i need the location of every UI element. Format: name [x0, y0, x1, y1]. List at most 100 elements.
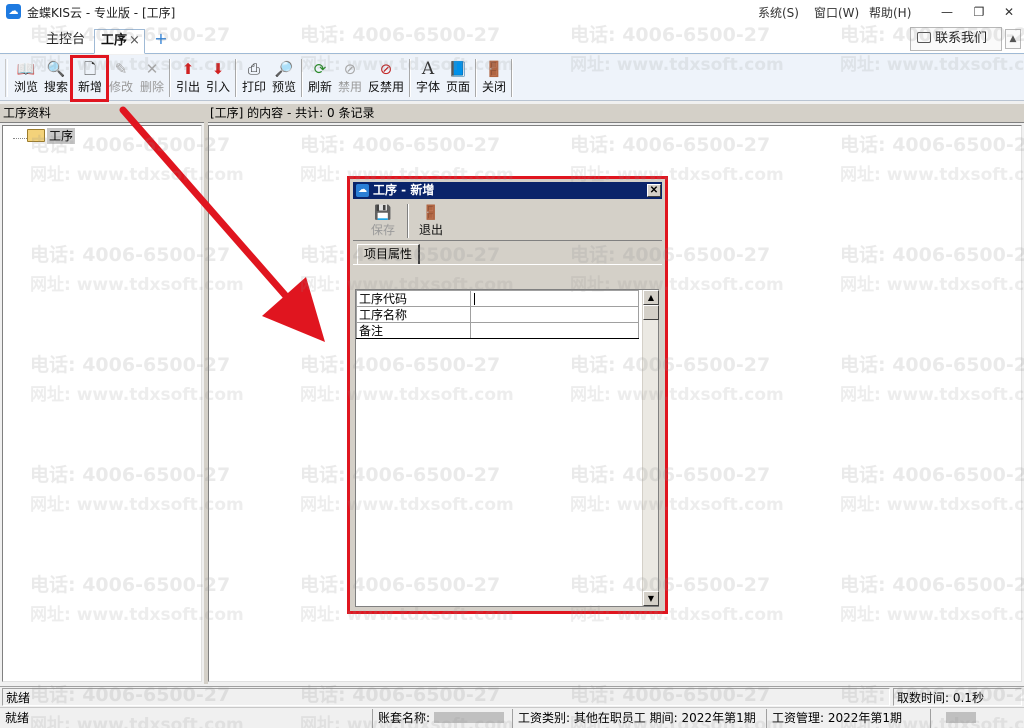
- scroll-down-button[interactable]: ▼: [643, 591, 659, 606]
- restore-button[interactable]: ❐: [966, 3, 992, 21]
- window-title: 金蝶KIS云 - 专业版 - [工序]: [27, 6, 176, 20]
- info-ready: 就绪: [5, 711, 30, 725]
- tab-close-icon[interactable]: ×: [129, 33, 140, 48]
- save-disk-icon: 💾: [374, 205, 392, 221]
- font-label: 字体: [415, 80, 440, 94]
- delete-icon: ✕: [145, 60, 159, 78]
- modify-label: 修改: [108, 80, 133, 94]
- text-caret: [474, 292, 475, 305]
- info-wage-management: 工资管理: 2022年第1期: [766, 709, 930, 728]
- title-bar: ☁ 金蝶KIS云 - 专业版 - [工序] 系统(S) 窗口(W) 帮助(H) …: [0, 0, 1024, 24]
- save-button[interactable]: 💾 保存: [363, 202, 403, 240]
- print-button[interactable]: ⎙ 打印: [239, 57, 269, 99]
- tab-home[interactable]: 主控台: [40, 29, 91, 54]
- property-grid: 工序代码 工序名称 备注: [356, 290, 639, 339]
- table-row: 工序名称: [356, 306, 639, 323]
- remark-input[interactable]: [470, 322, 639, 339]
- redacted-block: [434, 712, 505, 723]
- vertical-scrollbar[interactable]: ▲ ▼: [642, 290, 659, 606]
- exit-door-icon: 🚪: [422, 205, 440, 221]
- left-panel-header: 工序资料: [0, 104, 204, 123]
- print-label: 打印: [241, 80, 266, 94]
- preview-label: 预览: [271, 80, 296, 94]
- undisable-button[interactable]: ⊘ 反禁用: [367, 57, 405, 99]
- scroll-up-button[interactable]: ▲: [643, 290, 659, 305]
- field-label-name: 工序名称: [356, 306, 471, 323]
- cloud-app-icon: ☁: [6, 4, 21, 19]
- toolbar-separator: [407, 204, 409, 238]
- refresh-icon: ⟳: [313, 60, 327, 78]
- field-label-remark: 备注: [356, 322, 471, 339]
- disable-label: 禁用: [337, 80, 362, 94]
- exit-button[interactable]: 🚪 退出: [411, 202, 451, 240]
- menu-window[interactable]: 窗口(W): [814, 4, 859, 21]
- tab-process[interactable]: 工序 ×: [94, 29, 145, 54]
- search-button[interactable]: 🔍 搜索: [41, 57, 71, 99]
- menu-help[interactable]: 帮助(H): [869, 4, 911, 21]
- font-button[interactable]: A 字体: [413, 57, 443, 99]
- disable-button[interactable]: ⊘ 禁用: [335, 57, 365, 99]
- refresh-button[interactable]: ⟳ 刷新: [305, 57, 335, 99]
- toolbar-grip: [5, 59, 8, 97]
- status-bar: 就绪 取数时间: 0.1秒: [0, 686, 1024, 706]
- status-ready: 就绪: [2, 688, 890, 706]
- close-button[interactable]: 🚪 关闭: [479, 57, 509, 99]
- field-label-code: 工序代码: [356, 290, 471, 307]
- exit-door-icon: 🚪: [484, 60, 504, 78]
- import-label: 引入: [205, 80, 230, 94]
- tab-process-label: 工序: [101, 33, 128, 48]
- tree-node-process[interactable]: 工序: [47, 128, 76, 144]
- collapse-toolbar-button[interactable]: ▲: [1005, 29, 1021, 49]
- add-tab-icon[interactable]: +: [152, 30, 170, 48]
- search-icon: 🔍: [46, 60, 66, 78]
- export-button[interactable]: ⬆ 引出: [173, 57, 203, 99]
- delete-label: 删除: [139, 80, 164, 94]
- cloud-app-icon: ☁: [356, 184, 369, 197]
- tree-view[interactable]: 工序: [2, 125, 202, 682]
- dialog-title: 工序 - 新增: [373, 183, 435, 197]
- toolbar-separator: [235, 59, 237, 97]
- left-panel: 工序资料 工序: [0, 104, 204, 684]
- dialog-close-button[interactable]: ✕: [647, 184, 661, 197]
- preview-button[interactable]: 🔎 预览: [269, 57, 299, 99]
- browse-button[interactable]: 📖 浏览: [11, 57, 41, 99]
- contact-us-label: 联系我们: [935, 31, 988, 46]
- info-user: [930, 709, 1024, 728]
- delete-button[interactable]: ✕ 删除: [137, 57, 167, 99]
- dialog-tabstrip: 项目属性: [353, 242, 662, 264]
- export-label: 引出: [175, 80, 200, 94]
- table-row: 工序代码: [356, 290, 639, 307]
- scroll-thumb[interactable]: [643, 305, 659, 320]
- close-window-button[interactable]: ✕: [996, 3, 1022, 21]
- redacted-block: [946, 712, 976, 723]
- add-process-dialog: ☁ 工序 - 新增 ✕ 💾 保存 🚪 退出 项目属性 工序代码 工序名称 备注 …: [347, 176, 668, 614]
- process-code-input[interactable]: [470, 290, 639, 307]
- info-bar: 就绪 账套名称: 工资类别: 其他在职员工 期间: 2022年第1期 工资管理:…: [0, 707, 1024, 728]
- page-setup-icon: 📘: [448, 60, 468, 78]
- save-label: 保存: [370, 223, 395, 237]
- contact-us-button[interactable]: 联系我们: [910, 27, 1002, 51]
- process-name-input[interactable]: [470, 306, 639, 323]
- modify-button[interactable]: ✎ 修改: [106, 57, 136, 99]
- tree-connector: [13, 138, 27, 139]
- toolbar-separator: [475, 59, 477, 97]
- tab-item-properties[interactable]: 项目属性: [357, 244, 421, 264]
- main-toolbar: 📖 浏览 🔍 搜索 🗋 新增 ✎ 修改 ✕ 删除 ⬆ 引出 ⬇ 引入 ⎙ 打印 …: [0, 55, 1024, 101]
- minimize-button[interactable]: —: [934, 3, 960, 21]
- toolbar-separator: [511, 59, 513, 97]
- info-account: 账套名称:: [372, 709, 512, 728]
- folder-icon: [27, 129, 45, 142]
- close-label: 关闭: [481, 80, 506, 94]
- exit-label: 退出: [418, 223, 443, 237]
- toolbar-separator: [169, 59, 171, 97]
- page-label: 页面: [445, 80, 470, 94]
- content-header: [工序] 的内容 - 共计: 0 条记录: [208, 104, 1024, 123]
- dialog-toolbar: 💾 保存 🚪 退出: [353, 200, 662, 241]
- disable-icon: ⊘: [343, 60, 357, 78]
- page-button[interactable]: 📘 页面: [443, 57, 473, 99]
- info-wage-type: 工资类别: 其他在职员工 期间: 2022年第1期: [512, 709, 766, 728]
- import-button[interactable]: ⬇ 引入: [203, 57, 233, 99]
- menu-system[interactable]: 系统(S): [758, 4, 799, 21]
- chat-icon: [917, 32, 931, 43]
- tab-bar: 主控台 工序 × + 联系我们 ▲: [0, 24, 1024, 54]
